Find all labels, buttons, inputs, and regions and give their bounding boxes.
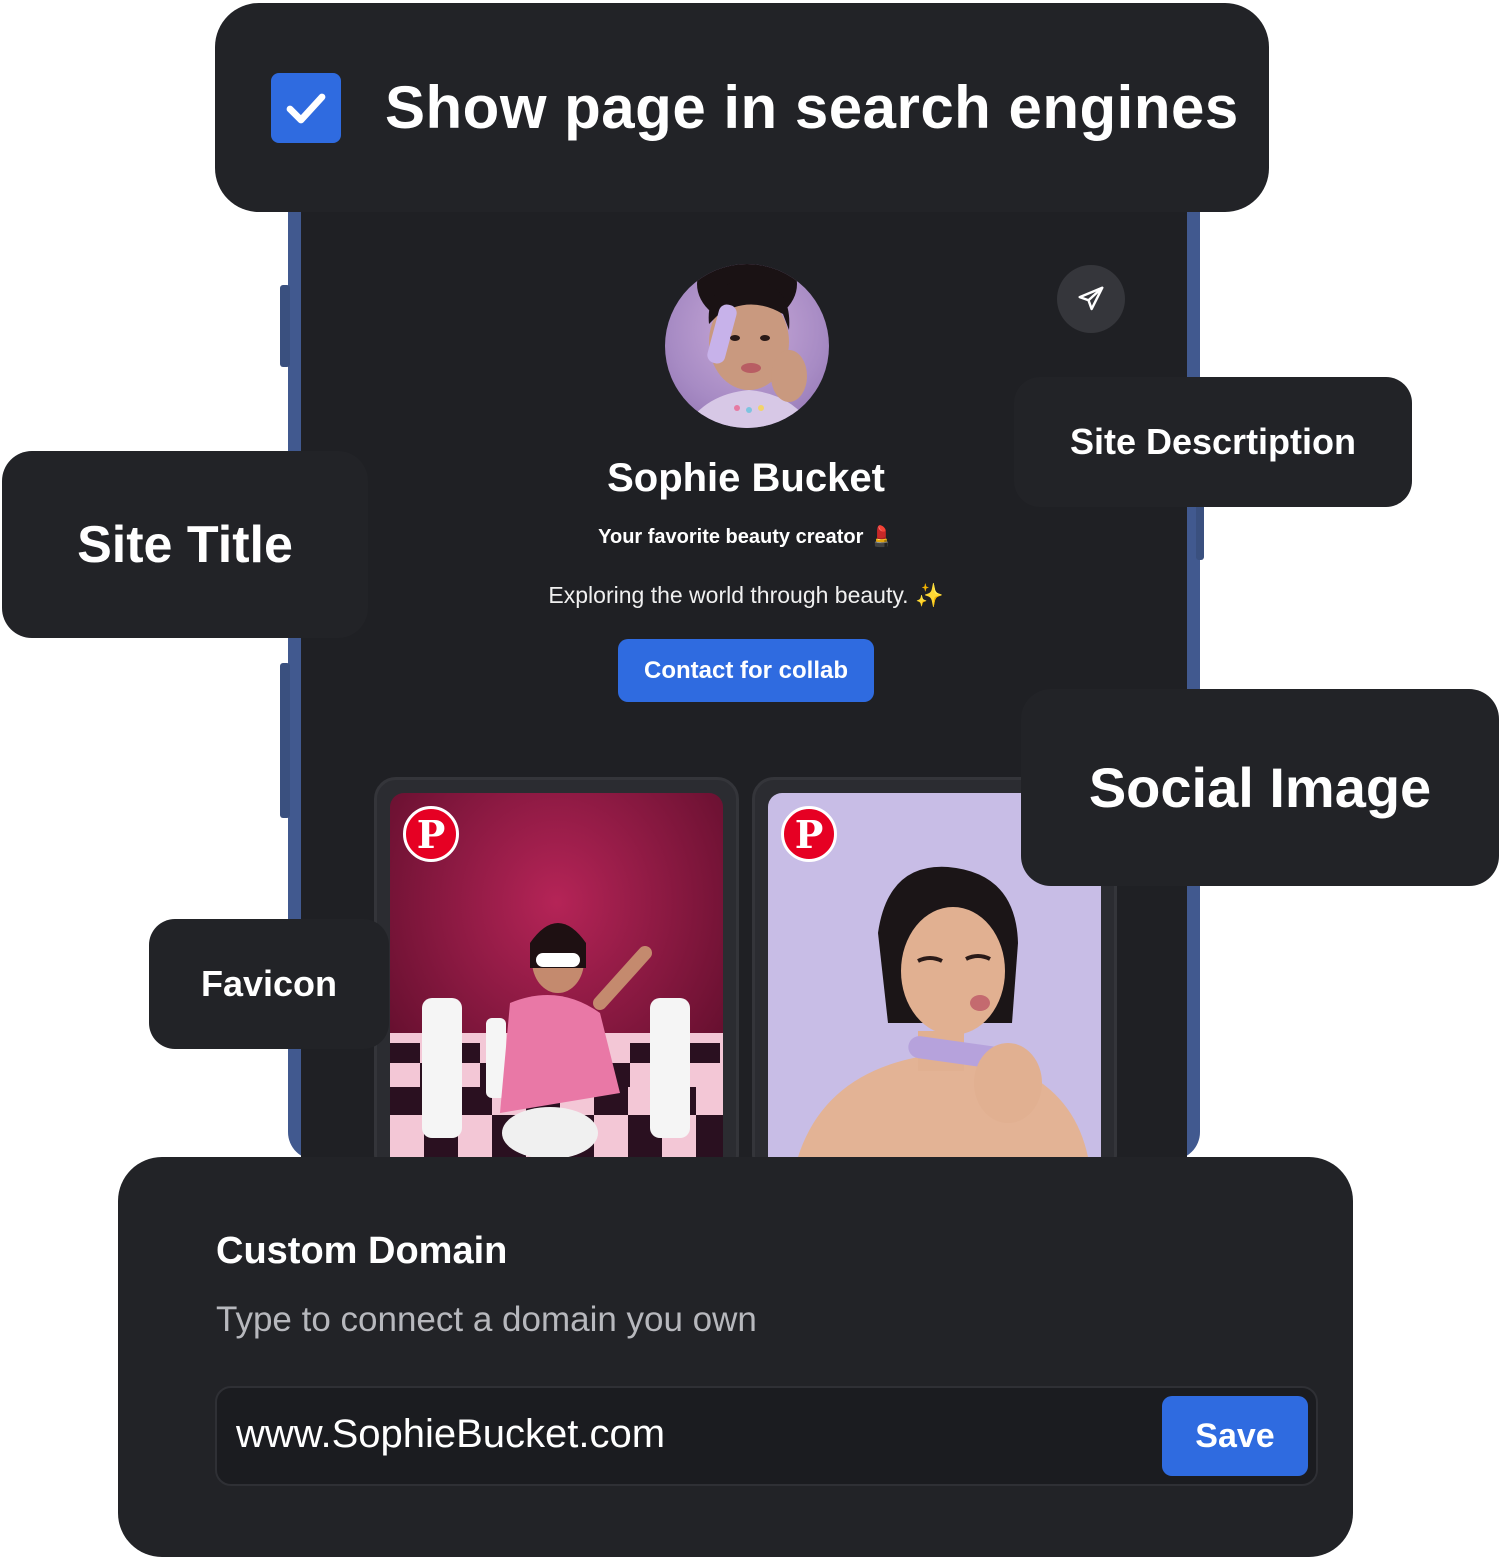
site-title-label: Site Title <box>77 515 293 574</box>
search-visibility-banner: Show page in search engines <box>215 3 1269 212</box>
checkmark-icon <box>286 93 326 123</box>
custom-domain-title: Custom Domain <box>216 1230 508 1272</box>
share-button[interactable] <box>1057 265 1125 333</box>
profile-name: Sophie Bucket <box>607 456 885 500</box>
custom-domain-subtitle: Type to connect a domain you own <box>216 1300 757 1339</box>
pinterest-icon[interactable]: P <box>403 806 459 862</box>
avatar <box>665 264 829 428</box>
domain-input-value[interactable]: www.SophieBucket.com <box>236 1412 665 1457</box>
favicon-label-card: Favicon <box>149 919 389 1049</box>
profile-bio: Exploring the world through beauty. ✨ <box>548 582 944 608</box>
site-description-label-card: Site Descrtiption <box>1014 377 1412 507</box>
social-image-label-card: Social Image <box>1021 689 1499 886</box>
send-icon <box>1078 286 1104 311</box>
site-title-label-card: Site Title <box>2 451 368 638</box>
search-visibility-label: Show page in search engines <box>385 74 1239 141</box>
custom-domain-panel <box>118 1157 1353 1557</box>
profile-tagline: Your favorite beauty creator 💄 <box>598 526 894 548</box>
avatar-portrait <box>685 264 813 428</box>
phone-volume-button <box>280 285 290 367</box>
social-image-label: Social Image <box>1088 756 1432 819</box>
pinterest-icon[interactable]: P <box>781 806 837 862</box>
contact-button[interactable]: Contact for collab <box>618 639 874 702</box>
phone-volume-button <box>280 663 290 818</box>
search-visibility-checkbox[interactable] <box>271 72 341 143</box>
favicon-label: Favicon <box>200 963 338 1004</box>
save-button[interactable]: Save <box>1162 1396 1308 1476</box>
site-description-label: Site Descrtiption <box>1069 421 1357 462</box>
